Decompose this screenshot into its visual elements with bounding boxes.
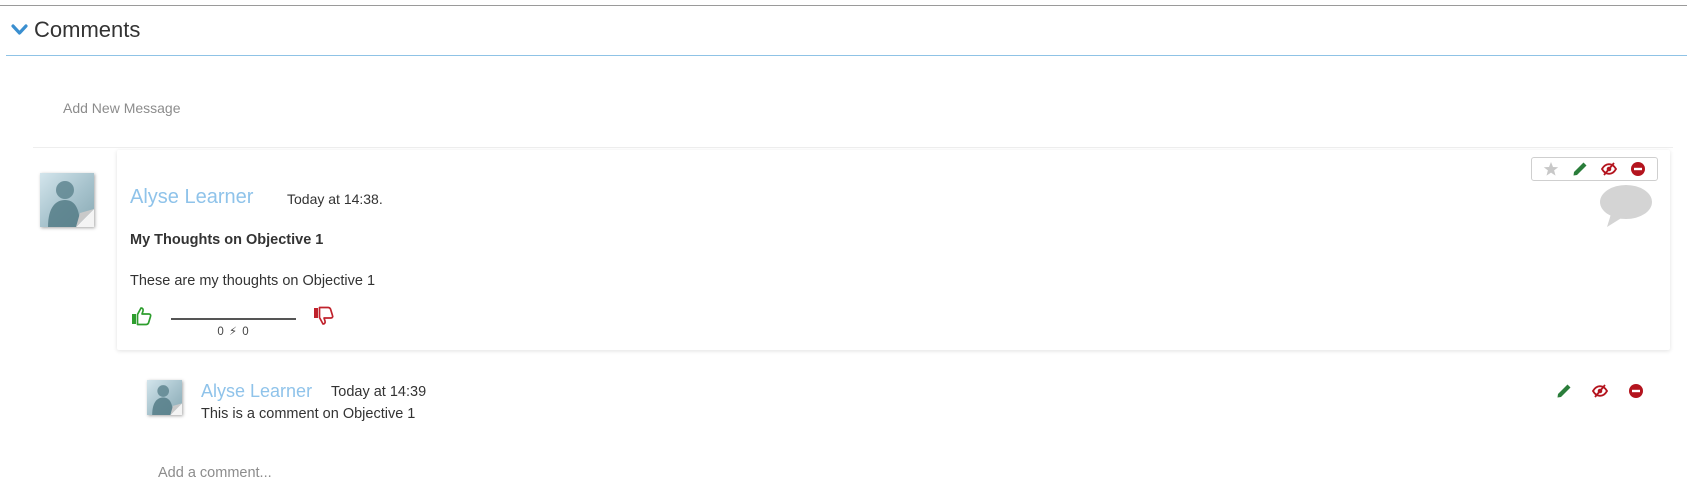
vote-balance-bar <box>171 318 296 320</box>
add-new-message-button[interactable]: Add New Message <box>63 100 181 116</box>
message-title: My Thoughts on Objective 1 <box>130 232 324 248</box>
section-title: Comments <box>34 17 141 42</box>
pencil-icon[interactable] <box>1571 160 1589 178</box>
thumbs-up-icon[interactable] <box>131 306 152 326</box>
vote-count: 0 ⚡ 0 <box>217 326 250 338</box>
minus-circle-icon[interactable] <box>1629 160 1647 178</box>
message-actions <box>1531 157 1658 181</box>
divider <box>33 147 1673 148</box>
reply-actions <box>1555 381 1645 401</box>
reply-avatar <box>147 380 182 415</box>
add-comment-input[interactable]: Add a comment... <box>158 465 272 481</box>
reply-body: This is a comment on Objective 1 <box>201 406 416 422</box>
thumbs-down-icon[interactable] <box>313 306 334 326</box>
eye-slash-icon[interactable] <box>1591 382 1609 400</box>
speech-bubble-icon <box>1599 184 1653 228</box>
top-divider <box>0 5 1687 6</box>
message-author-link[interactable]: Alyse Learner <box>130 186 253 209</box>
message-card <box>117 150 1670 350</box>
pencil-icon[interactable] <box>1555 382 1573 400</box>
eye-slash-icon[interactable] <box>1600 160 1618 178</box>
reply-timestamp: Today at 14:39 <box>331 384 427 400</box>
chevron-down-icon[interactable] <box>11 22 28 38</box>
avatar <box>40 173 94 227</box>
message-body: These are my thoughts on Objective 1 <box>130 273 376 289</box>
minus-circle-icon[interactable] <box>1627 382 1645 400</box>
message-timestamp: Today at 14:38. <box>287 191 383 207</box>
reply-author-link[interactable]: Alyse Learner <box>201 381 312 402</box>
comments-section-header[interactable]: Comments <box>6 14 1687 56</box>
star-icon[interactable] <box>1542 160 1560 178</box>
